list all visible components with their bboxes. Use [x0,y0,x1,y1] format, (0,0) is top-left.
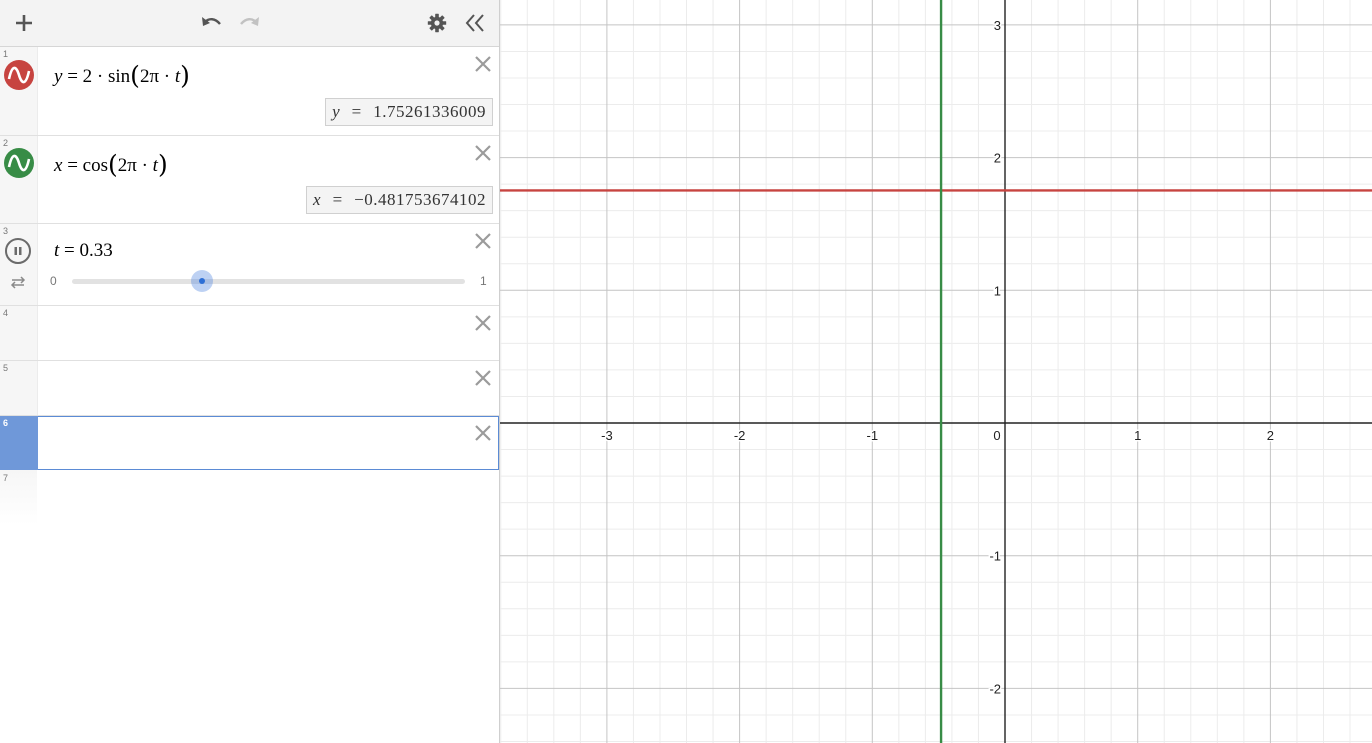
expression-panel: 1 y = 2 · sin(2π · t) y = 1.75261336009 … [0,0,500,743]
open-paren: ( [130,61,140,90]
expression-row-4[interactable]: 4 [0,306,499,361]
expression-gutter: 6 [0,416,38,470]
add-expression-button[interactable] [9,8,39,38]
row-number: 4 [3,308,9,318]
row-number: 5 [3,363,9,373]
row-number: 3 [3,226,9,236]
equals-sign: = [64,240,75,261]
dot-operator: · [163,66,171,87]
expression-row-6[interactable]: 6 [0,416,499,470]
evaluation-box: x = −0.481753674102 [306,186,493,214]
eval-variable: y [332,102,340,121]
pause-icon [14,247,22,255]
coefficient: 2 [82,66,93,87]
color-swatch-red[interactable] [4,60,34,90]
delete-expression-icon[interactable] [474,232,492,250]
eval-equals: = [332,190,343,209]
expression-gutter: 1 [0,47,38,135]
row-number: 6 [3,418,9,428]
undo-icon [202,17,221,26]
color-swatch-green[interactable] [4,148,34,178]
minor-gridlines [500,0,1372,743]
graph-canvas[interactable]: -3 -2 -1 0 1 2 3 2 1 -1 -2 [500,0,1372,743]
x-tick-label: 2 [1267,428,1274,443]
wave-icon [7,154,31,172]
settings-button[interactable] [422,8,452,38]
y-tick-label: -1 [989,549,1001,564]
new-expression-gutter[interactable]: 7 [0,470,37,525]
undo-button[interactable] [196,8,226,38]
expression-row-5[interactable]: 5 [0,361,499,416]
var-y: y [54,66,63,87]
expression-gutter: 3 [0,224,38,305]
expression-row-3[interactable]: 3 t = 0.33 0 1 [0,224,499,306]
double-chevron-left-icon [465,14,484,32]
slider-value: 0.33 [79,240,113,261]
plus-icon [16,15,32,31]
gear-icon [427,13,447,33]
eval-value: −0.481753674102 [354,190,486,209]
delete-expression-icon[interactable] [474,424,492,442]
slider-track[interactable] [72,270,465,292]
slider-max-label[interactable]: 1 [480,274,487,288]
y-tick-label: 2 [994,151,1001,166]
inner-term: 2π [139,66,160,87]
dot-operator: · [141,155,148,176]
delete-expression-icon[interactable] [474,55,492,73]
eval-variable: x [313,190,321,209]
close-paren: ) [157,150,168,179]
open-paren: ( [107,150,118,179]
slider-min-label[interactable]: 0 [50,274,57,288]
expression-gutter: 4 [0,306,38,360]
wave-icon [7,66,31,84]
var-t: t [54,240,60,261]
var-x: x [54,155,63,176]
dot-operator: · [96,66,104,87]
x-tick-label: -1 [867,428,879,443]
expression-toolbar [0,0,499,47]
major-gridlines [500,0,1372,743]
expression-gutter: 2 [0,136,38,223]
delete-expression-icon[interactable] [474,144,492,162]
expression-gutter: 5 [0,361,38,415]
row-number: 1 [3,49,9,59]
function-name: sin [107,66,131,87]
expression-row-1[interactable]: 1 y = 2 · sin(2π · t) y = 1.75261336009 [0,47,499,136]
redo-button[interactable] [235,8,265,38]
collapse-panel-button[interactable] [460,8,490,38]
redo-icon [240,17,259,26]
row-number: 7 [3,473,9,483]
y-tick-label: -2 [989,681,1001,696]
expression-formula[interactable]: x = cos(2π · t) [54,150,168,179]
function-name: cos [82,155,108,176]
pause-animation-button[interactable] [5,238,31,264]
close-paren: ) [180,61,190,90]
equals-sign: = [67,66,78,87]
y-tick-label: 3 [994,18,1001,33]
eval-value: 1.75261336009 [373,102,486,121]
y-tick-label: 1 [994,283,1001,298]
evaluation-box: y = 1.75261336009 [325,98,493,126]
x-tick-label: -3 [601,428,613,443]
eval-equals: = [351,102,362,121]
slider-expression[interactable]: t = 0.33 [54,240,113,262]
slider-thumb[interactable] [190,270,213,292]
graph-svg[interactable]: -3 -2 -1 0 1 2 3 2 1 -1 -2 [500,0,1372,743]
equals-sign: = [67,155,78,176]
expression-formula[interactable]: y = 2 · sin(2π · t) [54,61,190,90]
x-tick-label: 0 [993,428,1000,443]
inner-term: 2π [117,155,137,176]
x-tick-label: 1 [1134,428,1141,443]
x-tick-label: -2 [734,428,746,443]
row-number: 2 [3,138,9,148]
desmos-app: 1 y = 2 · sin(2π · t) y = 1.75261336009 … [0,0,1372,743]
delete-expression-icon[interactable] [474,314,492,332]
loop-icon[interactable] [9,275,27,289]
delete-expression-icon[interactable] [474,369,492,387]
expression-row-2[interactable]: 2 x = cos(2π · t) x = −0.481753674102 [0,136,499,224]
